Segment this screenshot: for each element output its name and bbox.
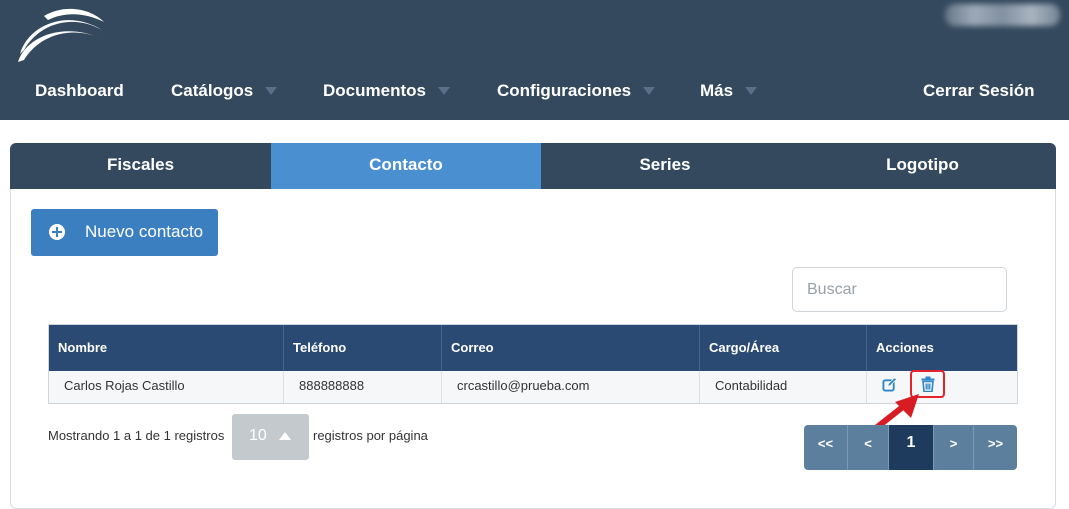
nav-label: Dashboard	[35, 81, 124, 100]
caret-up-icon	[279, 432, 291, 440]
nav-catalogos[interactable]: Catálogos	[171, 72, 278, 110]
page-1-button[interactable]: 1	[889, 425, 934, 470]
caret-down-icon	[643, 86, 656, 95]
edit-icon[interactable]	[882, 377, 897, 392]
cell-nombre: Carlos Rojas Castillo	[49, 371, 284, 403]
new-contact-button[interactable]: Nuevo contacto	[31, 209, 218, 256]
tab-contacto[interactable]: Contacto	[271, 143, 541, 189]
column-header-cargo[interactable]: Cargo/Área	[700, 325, 867, 371]
caret-down-icon	[745, 86, 758, 95]
column-header-acciones: Acciones	[876, 340, 934, 355]
cell-correo: crcastillo@prueba.com	[442, 371, 700, 403]
page-size-value: 10	[249, 427, 267, 444]
tab-label: Series	[639, 155, 691, 174]
cell-cargo: Contabilidad	[700, 371, 867, 403]
user-name-blurred	[945, 4, 1060, 26]
settings-tabs: Fiscales Contacto Series Logotipo	[10, 143, 1056, 189]
plus-circle-icon	[49, 224, 65, 240]
tab-fiscales[interactable]: Fiscales	[10, 143, 271, 189]
nav-label: Documentos	[323, 81, 426, 100]
tab-label: Contacto	[369, 155, 443, 174]
new-contact-label: Nuevo contacto	[85, 222, 204, 241]
next-page-button[interactable]: >	[934, 425, 974, 470]
tab-label: Fiscales	[106, 155, 175, 174]
prev-page-button[interactable]: <	[848, 425, 889, 470]
column-header-telefono[interactable]: Teléfono	[284, 325, 442, 371]
cell-telefono: 888888888	[284, 371, 442, 403]
tab-series[interactable]: Series	[541, 143, 789, 189]
main-nav: Dashboard Catálogos Documentos Configura…	[0, 72, 1069, 110]
page-size-select[interactable]: 10	[232, 414, 309, 460]
column-header-nombre[interactable]: Nombre	[49, 325, 284, 371]
search-input[interactable]	[792, 267, 1007, 312]
nav-label: Catálogos	[171, 81, 254, 100]
nav-documentos[interactable]: Documentos	[323, 72, 450, 110]
nav-label: Configuraciones	[497, 81, 632, 100]
tab-label: Logotipo	[886, 155, 959, 174]
nav-configuraciones[interactable]: Configuraciones	[497, 72, 656, 110]
tab-logotipo[interactable]: Logotipo	[789, 143, 1056, 189]
caret-down-icon	[437, 86, 450, 95]
pagination: << < 1 > >>	[804, 425, 1017, 470]
per-page-label: registros por página	[313, 428, 428, 443]
nav-dashboard[interactable]: Dashboard	[35, 72, 124, 110]
logout-label: Cerrar Sesión	[923, 81, 1035, 100]
records-summary: Mostrando 1 a 1 de 1 registros	[48, 428, 225, 443]
column-header-correo[interactable]: Correo	[442, 325, 700, 371]
logout-link[interactable]: Cerrar Sesión	[923, 72, 1035, 110]
trash-icon	[921, 376, 935, 392]
caret-down-icon	[265, 86, 278, 95]
swoosh-logo-icon[interactable]	[14, 4, 106, 64]
first-page-button[interactable]: <<	[804, 425, 848, 470]
nav-mas[interactable]: Más	[700, 72, 758, 110]
last-page-button[interactable]: >>	[974, 425, 1017, 470]
nav-label: Más	[700, 81, 734, 100]
table-header: Nombre Teléfono Correo Cargo/Área Accion…	[49, 325, 1017, 371]
top-navbar: Dashboard Catálogos Documentos Configura…	[0, 0, 1069, 120]
